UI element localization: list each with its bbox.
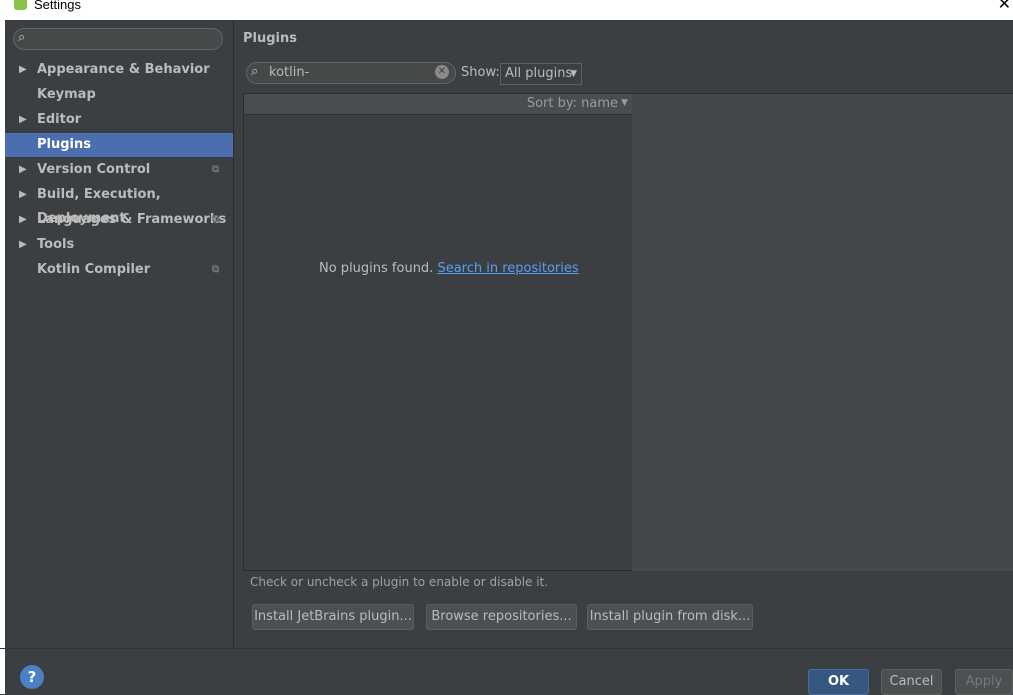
window-title: Settings: [34, 0, 81, 12]
expand-arrow-icon[interactable]: ▶: [19, 233, 27, 257]
install-jetbrains-plugin-button[interactable]: Install JetBrains plugin...: [252, 604, 414, 630]
sidebar-item-plugins[interactable]: Plugins: [5, 133, 233, 157]
show-filter-value: All plugins: [505, 66, 573, 81]
sidebar-item-label: Keymap: [37, 87, 96, 102]
sidebar-item-appearance-behavior[interactable]: ▶ Appearance & Behavior: [5, 58, 233, 82]
no-plugins-text: No plugins found.: [319, 261, 438, 276]
ok-button[interactable]: OK: [808, 669, 869, 695]
expand-arrow-icon[interactable]: ▶: [19, 58, 27, 82]
chevron-down-icon: ▼: [570, 69, 577, 79]
sidebar-item-label: Tools: [37, 237, 75, 252]
plugins-pane: Plugins ⌕ kotlin- ✕ Show: All plugins ▼ …: [234, 20, 1013, 648]
browse-repositories-button[interactable]: Browse repositories...: [426, 604, 577, 630]
expand-arrow-icon[interactable]: ▶: [19, 208, 27, 232]
footer-divider: [0, 648, 1013, 649]
sidebar-item-label: Plugins: [37, 137, 91, 152]
show-filter-select[interactable]: All plugins ▼: [500, 63, 582, 85]
project-settings-icon: ⧉: [212, 164, 220, 175]
sidebar-item-label: Editor: [37, 112, 82, 127]
apply-button[interactable]: Apply: [955, 669, 1013, 695]
plugin-list-header: Sort by: name ▼: [244, 94, 632, 115]
sidebar-item-tools[interactable]: ▶ Tools: [5, 233, 233, 257]
install-plugin-from-disk-button[interactable]: Install plugin from disk...: [587, 604, 753, 630]
help-icon[interactable]: ?: [20, 665, 44, 689]
chevron-down-icon: ▼: [621, 98, 628, 108]
cancel-button[interactable]: Cancel: [881, 669, 942, 695]
sidebar-item-label: Appearance & Behavior: [37, 62, 210, 77]
sidebar-item-label: Version Control: [37, 162, 151, 177]
plugin-list: Sort by: name ▼ No plugins found. Search…: [243, 93, 633, 571]
plugin-hint-text: Check or uncheck a plugin to enable or d…: [250, 575, 549, 589]
sidebar-item-build-execution-deployment[interactable]: ▶ Build, Execution, Deployment: [5, 183, 233, 226]
plugin-details-panel: [632, 93, 1013, 571]
android-studio-icon: [14, 0, 27, 10]
search-icon: ⌕: [251, 64, 259, 79]
sidebar-item-kotlin-compiler[interactable]: Kotlin Compiler ⧉: [5, 258, 233, 282]
title-bar: Settings ✕: [0, 0, 1013, 20]
page-title: Plugins: [243, 31, 297, 46]
search-icon: ⌕: [18, 30, 26, 45]
plugin-search-value[interactable]: kotlin-: [269, 65, 309, 80]
sidebar-search-input[interactable]: ⌕: [13, 28, 223, 50]
sidebar-item-keymap[interactable]: Keymap: [5, 83, 233, 107]
project-settings-icon: ⧉: [212, 214, 220, 225]
sidebar-item-version-control[interactable]: ▶ Version Control ⧉: [5, 158, 233, 182]
plugin-search-input[interactable]: ⌕ kotlin- ✕: [246, 62, 456, 84]
expand-arrow-icon[interactable]: ▶: [19, 183, 27, 207]
expand-arrow-icon[interactable]: ▶: [19, 158, 27, 182]
sidebar-item-languages-frameworks[interactable]: ▶ Languages & Frameworks ⧉: [5, 208, 233, 232]
sidebar-item-editor[interactable]: ▶ Editor: [5, 108, 233, 132]
empty-list-message: No plugins found. Search in repositories: [319, 261, 579, 276]
show-filter-label: Show:: [461, 65, 500, 80]
close-icon[interactable]: ✕: [998, 0, 1011, 13]
sort-by-button[interactable]: Sort by: name: [527, 96, 618, 111]
sidebar-item-label: Languages & Frameworks: [37, 212, 227, 227]
settings-sidebar: ⌕ ▶ Appearance & Behavior Keymap ▶ Edito…: [5, 20, 234, 648]
project-settings-icon: ⧉: [212, 264, 220, 275]
clear-search-icon[interactable]: ✕: [435, 65, 449, 79]
sidebar-item-label: Kotlin Compiler: [37, 262, 151, 277]
expand-arrow-icon[interactable]: ▶: [19, 108, 27, 132]
search-in-repositories-link[interactable]: Search in repositories: [437, 261, 578, 276]
